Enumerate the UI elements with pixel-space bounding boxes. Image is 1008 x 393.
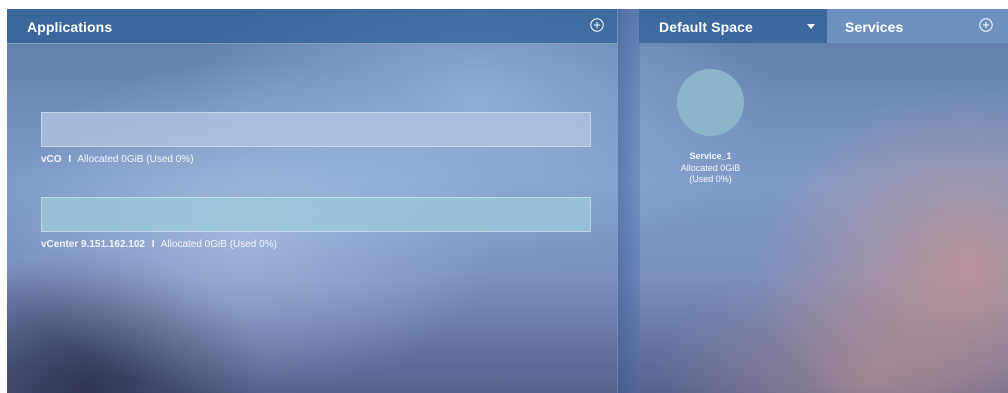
application-allocation: Allocated 0GiB (Used 0%) [160, 239, 277, 250]
service-name[interactable]: Service_1 [659, 151, 762, 162]
applications-panel: Applications vCO I Allocated 0GiB (Used … [7, 9, 617, 393]
service-bubble[interactable] [677, 69, 744, 136]
application-caption-vco: vCO I Allocated 0GiB (Used 0%) [41, 154, 194, 165]
application-bar-vcenter[interactable] [41, 197, 591, 232]
tab-services[interactable]: Services [827, 9, 1008, 43]
application-name[interactable]: vCenter 9.151.162.102 [41, 239, 145, 250]
chevron-down-icon [807, 24, 815, 29]
space-selector-label: Default Space [659, 19, 753, 35]
space-selector-dropdown[interactable]: Default Space [639, 9, 827, 43]
application-allocation: Allocated 0GiB (Used 0%) [77, 154, 194, 165]
caption-separator: I [151, 239, 155, 250]
service-allocated: Allocated 0GiB [680, 163, 741, 173]
space-panel: Default Space Services Service_1 Allocat… [639, 9, 1008, 393]
application-bar-vco[interactable] [41, 112, 591, 147]
application-caption-vcenter: vCenter 9.151.162.102 I Allocated 0GiB (… [41, 239, 277, 250]
panel-divider [617, 9, 640, 393]
services-tab-label: Services [845, 19, 904, 35]
application-name[interactable]: vCO [41, 154, 62, 165]
add-circle-icon[interactable] [979, 18, 993, 32]
service-used: (Used 0%) [689, 174, 732, 184]
dashboard-canvas: Applications vCO I Allocated 0GiB (Used … [7, 9, 1008, 393]
add-circle-icon[interactable] [590, 18, 604, 32]
caption-separator: I [68, 154, 72, 165]
applications-header: Applications [7, 9, 617, 44]
applications-title: Applications [27, 19, 113, 35]
